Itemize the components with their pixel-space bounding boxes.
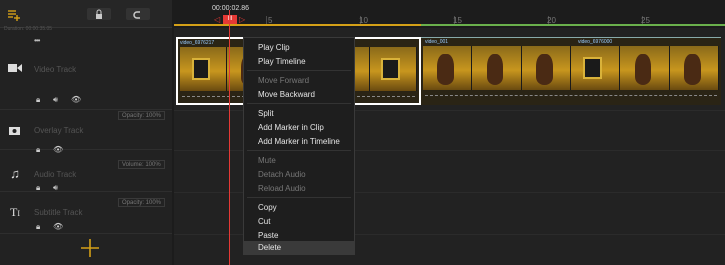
playhead-handle[interactable]: III (223, 15, 237, 24)
playhead-line[interactable] (229, 10, 230, 265)
menu-item-delete[interactable]: Delete (244, 241, 354, 254)
track-name: Subtitle Track (34, 208, 83, 217)
clip-thumbnails (423, 46, 719, 90)
clip-thumbnail (369, 47, 418, 91)
clip-thumbnail (570, 46, 621, 90)
timeline-progress-bar (421, 24, 725, 26)
clip-thumbnail (521, 46, 571, 90)
menu-item-copy[interactable]: Copy (244, 201, 354, 214)
add-track-plus-button[interactable] (80, 238, 100, 258)
menu-separator (247, 197, 351, 198)
clip-thumbnail (669, 46, 719, 90)
volume-icon[interactable]: 🔊︎ (53, 95, 58, 105)
lock-icon[interactable]: 🔒︎ (36, 95, 40, 105)
clip-thumbnail (423, 46, 473, 90)
menu-item-add-marker-in-clip[interactable]: Add Marker in Clip (244, 121, 354, 134)
add-track-icon[interactable] (7, 8, 21, 21)
clip-label: video_001 (425, 39, 449, 45)
overlay-track-header (0, 110, 172, 150)
video-clip[interactable]: video_001 video_6976000 (421, 37, 721, 105)
lock-icon[interactable] (87, 8, 111, 20)
clip-thumbnail (620, 46, 670, 90)
menu-item-mute[interactable]: Mute (244, 154, 354, 167)
menu-separator (247, 70, 351, 71)
clip-thumbnail (180, 47, 228, 91)
playhead-timecode: 00:00:02.86 (212, 5, 249, 12)
overlay-icon (8, 125, 22, 139)
playhead-left-arrow-icon[interactable]: ◁ (214, 15, 220, 24)
video-camera-icon (8, 62, 22, 76)
menu-item-reload-audio[interactable]: Reload Audio (244, 182, 354, 195)
track-name: Overlay Track (34, 126, 84, 135)
menu-item-play-clip[interactable]: Play Clip (244, 41, 354, 54)
menu-item-move-forward[interactable]: Move Forward (244, 74, 354, 87)
audio-waveform-line (425, 95, 717, 96)
playhead-right-arrow-icon[interactable]: ▷ (239, 15, 245, 24)
text-icon: TI (9, 205, 20, 219)
menu-item-cut[interactable]: Cut (244, 215, 354, 228)
clip-label: video_6976000 (578, 39, 613, 45)
audio-track-header (0, 150, 172, 192)
magnet-icon[interactable] (126, 8, 150, 20)
menu-separator (247, 150, 351, 151)
eye-icon[interactable]: 👁︎ (53, 222, 63, 231)
menu-item-play-timeline[interactable]: Play Timeline (244, 55, 354, 68)
clip-label: video_6976217 (180, 40, 215, 46)
menu-separator (247, 103, 351, 104)
clip-context-menu: Play Clip Play Timeline Move Forward Mov… (243, 37, 355, 255)
lock-icon[interactable]: 🔒︎ (36, 222, 40, 232)
timeline-progress-bar (174, 24, 421, 26)
menu-item-add-marker-in-timeline[interactable]: Add Marker in Timeline (244, 135, 354, 148)
video-track-header (0, 28, 172, 110)
track-name: Audio Track (34, 170, 77, 179)
music-note-icon: ♫ (10, 166, 20, 181)
menu-item-detach-audio[interactable]: Detach Audio (244, 168, 354, 181)
menu-item-split[interactable]: Split (244, 107, 354, 120)
clip-thumbnail (472, 46, 522, 90)
subtitle-track-header (0, 192, 172, 234)
track-name: Video Track (34, 65, 77, 74)
menu-item-move-backward[interactable]: Move Backward (244, 88, 354, 101)
eye-icon[interactable]: 👁︎ (71, 95, 81, 104)
